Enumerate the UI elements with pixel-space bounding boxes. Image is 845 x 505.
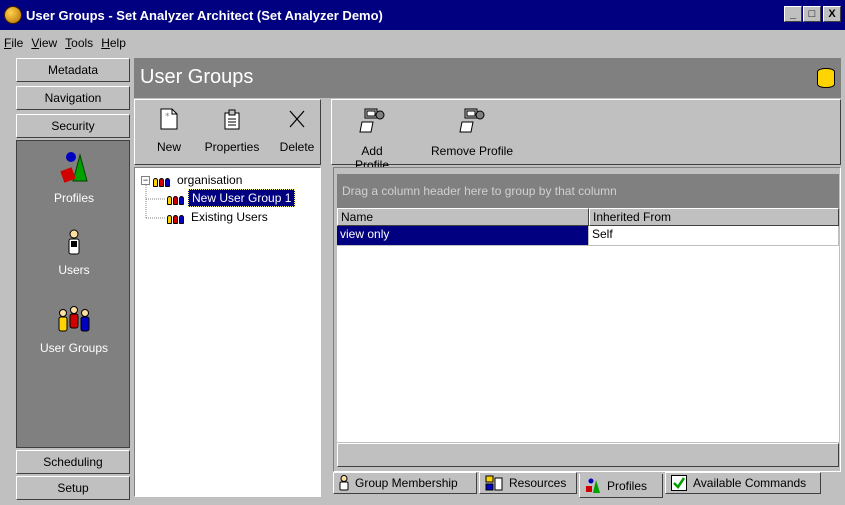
nav-setup-button[interactable]: Setup [16, 476, 130, 500]
close-button[interactable]: X [823, 6, 841, 22]
checkmark-icon [671, 475, 687, 491]
nav-item-profiles[interactable]: Profiles [17, 151, 131, 205]
user-icon [339, 475, 349, 491]
database-icon [817, 68, 835, 88]
delete-button[interactable]: Delete [275, 104, 319, 154]
tree-node-existing-users[interactable]: Existing Users [167, 208, 271, 226]
menu-help[interactable]: Help [101, 36, 126, 50]
tab-resources[interactable]: Resources [479, 472, 577, 494]
cell-inherited-from[interactable]: Self [589, 226, 839, 245]
menu-tools[interactable]: Tools [65, 36, 93, 50]
column-header-name[interactable]: Name [337, 208, 589, 226]
tree-node-label: New User Group 1 [188, 189, 296, 207]
table-row[interactable]: view only Self [337, 226, 839, 246]
add-profile-icon [359, 108, 385, 133]
left-navigation: Metadata Navigation Security Profiles Us… [16, 58, 130, 502]
page-title: User Groups [140, 66, 254, 88]
minimize-button[interactable]: _ [784, 6, 802, 22]
security-panel: Profiles Users User Groups [16, 140, 130, 448]
tree-node-label: organisation [177, 173, 243, 187]
nav-scheduling-button[interactable]: Scheduling [16, 450, 130, 474]
page-header: User Groups [134, 58, 841, 98]
remove-profile-icon [459, 108, 485, 133]
grid-header: Name Inherited From [337, 208, 839, 226]
menu-bar: File View Tools Help [0, 32, 845, 54]
app-icon [4, 6, 22, 24]
title-bar: User Groups - Set Analyzer Architect (Se… [0, 0, 845, 30]
window-title: User Groups - Set Analyzer Architect (Se… [26, 7, 383, 23]
resources-icon [485, 475, 503, 491]
profiles-grid: Drag a column header here to group by th… [333, 167, 841, 472]
tab-group-membership[interactable]: Group Membership [333, 472, 477, 494]
user-group-tree: − organisation New User Group 1 Existing… [134, 167, 321, 497]
tree-connector-lines [145, 185, 166, 219]
svg-text:*: * [165, 112, 170, 122]
detail-tabs: Group Membership Resources Profiles Avai… [333, 472, 841, 500]
tree-node-new-user-group-1[interactable]: New User Group 1 [167, 189, 296, 207]
nav-item-user-groups[interactable]: User Groups [17, 305, 131, 355]
nav-metadata-button[interactable]: Metadata [16, 58, 130, 82]
maximize-button[interactable]: □ [803, 6, 821, 22]
new-document-icon: * [160, 108, 178, 130]
tab-available-commands[interactable]: Available Commands [665, 472, 821, 494]
properties-button[interactable]: Properties [197, 104, 267, 154]
tab-profiles[interactable]: Profiles [579, 474, 663, 498]
nav-security-button[interactable]: Security [16, 114, 130, 138]
delete-x-icon [289, 110, 305, 128]
menu-view[interactable]: View [31, 36, 57, 50]
nav-navigation-button[interactable]: Navigation [16, 86, 130, 110]
group-by-panel[interactable]: Drag a column header here to group by th… [337, 174, 839, 208]
remove-profile-button[interactable]: Remove Profile [426, 104, 518, 158]
profiles-icon [586, 478, 600, 493]
properties-icon [224, 109, 240, 130]
profile-toolbar: Add Profile Remove Profile [331, 99, 841, 172]
menu-file[interactable]: File [4, 36, 23, 50]
tree-node-label: Existing Users [191, 210, 268, 224]
new-button[interactable]: * New [149, 104, 189, 154]
add-profile-button[interactable]: Add Profile [344, 104, 400, 172]
tree-toolbar: * New Properties Delete [134, 99, 321, 165]
grid-body: view only Self [337, 226, 839, 442]
nav-item-users[interactable]: Users [17, 229, 131, 277]
column-header-inherited-from[interactable]: Inherited From [589, 208, 839, 226]
cell-name[interactable]: view only [337, 226, 589, 245]
grid-footer [337, 443, 839, 467]
profiles-icon [60, 152, 88, 183]
user-icon [68, 229, 80, 255]
window-controls: _ □ X [783, 6, 841, 22]
user-groups-icon [58, 306, 90, 332]
